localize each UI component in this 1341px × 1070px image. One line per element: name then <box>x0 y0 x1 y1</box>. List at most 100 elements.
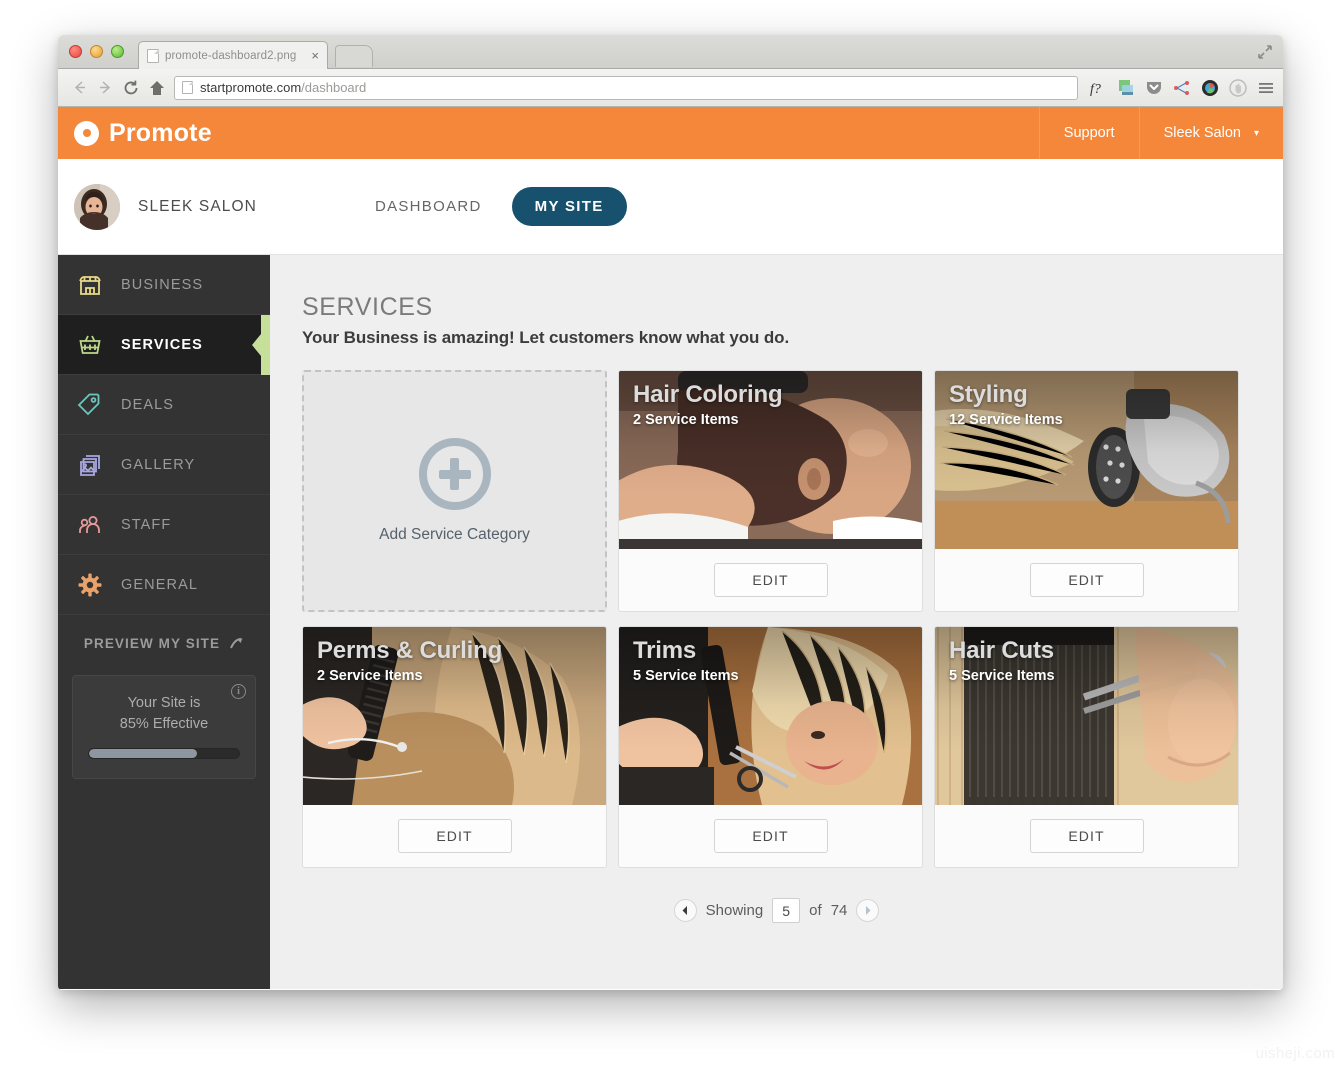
preview-my-site-link[interactable]: PREVIEW MY SITE <box>58 615 270 671</box>
window-controls <box>69 45 124 58</box>
effectiveness-progress-fill <box>89 749 197 759</box>
gallery-icon <box>76 451 104 479</box>
card-item-count: 5 Service Items <box>633 667 739 684</box>
sidebar-item-staff[interactable]: STAFF <box>58 495 270 555</box>
card-photo: Perms & Curling 2 Service Items <box>303 627 606 805</box>
edit-button[interactable]: EDIT <box>1029 819 1144 853</box>
tab-my-site[interactable]: MY SITE <box>511 187 627 226</box>
download-icon[interactable] <box>1116 78 1135 97</box>
tag-icon <box>76 391 104 419</box>
edit-button[interactable]: EDIT <box>1029 563 1144 597</box>
browser-window: promote-dashboard2.png × startpromote.co… <box>58 35 1283 990</box>
svg-text:f?: f? <box>1090 82 1101 97</box>
promote-logo-icon <box>74 120 99 146</box>
card-caption: Hair Coloring 2 Service Items <box>633 381 912 428</box>
card-title: Trims <box>633 637 697 664</box>
camera-icon[interactable] <box>1200 78 1219 97</box>
sidebar: BUSINESS SERVICES DEALS GALLERY STAFF GE… <box>58 255 271 989</box>
card-title: Hair Coloring <box>633 381 783 408</box>
chevron-down-icon: ▾ <box>1253 127 1259 139</box>
account-menu[interactable]: Sleek Salon ▾ <box>1138 107 1283 159</box>
browser-tab-strip: promote-dashboard2.png × <box>58 35 1283 69</box>
watermark: uisheji.com <box>1255 1045 1335 1062</box>
sidebar-item-deals[interactable]: DEALS <box>58 375 270 435</box>
close-window-button[interactable] <box>69 45 82 58</box>
card-title: Styling <box>949 381 1028 408</box>
service-category-card[interactable]: Hair Coloring 2 Service Items EDIT <box>618 370 923 612</box>
service-category-grid: Add Service Category Hair Coloring 2 Ser… <box>302 370 1251 868</box>
service-category-card[interactable]: Hair Cuts 5 Service Items EDIT <box>934 626 1239 868</box>
extension-icons: f? <box>1084 78 1275 97</box>
business-name: SLEEK SALON <box>138 197 257 215</box>
support-link[interactable]: Support <box>1038 107 1139 159</box>
new-tab-button[interactable] <box>335 45 373 67</box>
plus-circle-icon <box>418 438 491 510</box>
sidebar-item-services[interactable]: SERVICES <box>58 315 271 375</box>
add-service-category-card[interactable]: Add Service Category <box>302 370 607 612</box>
add-service-category-label: Add Service Category <box>379 526 530 543</box>
topbar-right: Support Sleek Salon ▾ <box>1038 107 1283 159</box>
sidebar-item-label: GALLERY <box>121 456 196 473</box>
card-caption: Perms & Curling 2 Service Items <box>317 637 596 684</box>
card-footer: EDIT <box>619 549 922 611</box>
card-title: Hair Cuts <box>949 637 1054 664</box>
chevron-left-icon[interactable] <box>673 899 697 922</box>
stop-hand-icon[interactable] <box>1228 78 1247 97</box>
forward-icon[interactable] <box>92 76 118 100</box>
close-icon[interactable]: × <box>309 49 321 62</box>
card-photo: Styling 12 Service Items <box>935 371 1238 549</box>
reload-icon[interactable] <box>118 76 144 100</box>
service-category-card[interactable]: Styling 12 Service Items EDIT <box>934 370 1239 612</box>
f-question-icon[interactable]: f? <box>1088 78 1107 97</box>
service-category-card[interactable]: Perms & Curling 2 Service Items EDIT <box>302 626 607 868</box>
sidebar-item-business[interactable]: BUSINESS <box>58 255 270 315</box>
share-icon[interactable] <box>1172 78 1191 97</box>
info-icon[interactable]: i <box>231 684 246 699</box>
sidebar-item-general[interactable]: GENERAL <box>58 555 270 615</box>
support-label: Support <box>1063 125 1115 141</box>
effectiveness-progress-bar <box>88 748 240 760</box>
card-item-count: 12 Service Items <box>949 411 1063 428</box>
effectiveness-line1: Your Site is <box>127 695 201 711</box>
maximize-window-button[interactable] <box>111 45 124 58</box>
page-icon <box>182 81 193 94</box>
sidebar-item-label: GENERAL <box>121 576 198 593</box>
pocket-icon[interactable] <box>1144 78 1163 97</box>
sidebar-item-label: STAFF <box>121 516 172 533</box>
address-bar[interactable]: startpromote.com/dashboard <box>174 75 1078 100</box>
service-category-card[interactable]: Trims 5 Service Items EDIT <box>618 626 923 868</box>
pagination: Showing 5 of 74 <box>302 898 1251 923</box>
edit-button[interactable]: EDIT <box>713 563 828 597</box>
sidebar-item-gallery[interactable]: GALLERY <box>58 435 270 495</box>
page-subtitle: Your Business is amazing! Let customers … <box>302 328 790 347</box>
menu-icon[interactable] <box>1256 78 1275 97</box>
external-arrow-icon <box>230 637 243 648</box>
pagination-current-input[interactable]: 5 <box>772 898 801 923</box>
card-caption: Styling 12 Service Items <box>949 381 1228 428</box>
card-item-count: 5 Service Items <box>949 667 1055 684</box>
edit-button[interactable]: EDIT <box>397 819 512 853</box>
browser-tab[interactable]: promote-dashboard2.png × <box>138 41 328 69</box>
pagination-total: 74 <box>830 902 848 919</box>
card-item-count: 2 Service Items <box>633 411 739 428</box>
minimize-window-button[interactable] <box>90 45 103 58</box>
file-icon <box>147 48 159 63</box>
site-effectiveness-card: i Your Site is 85% Effective <box>72 675 256 780</box>
brand-logo[interactable]: Promote <box>58 119 212 148</box>
resize-window-icon[interactable] <box>1257 44 1273 60</box>
storefront-icon <box>76 271 104 299</box>
tab-dashboard[interactable]: DASHBOARD <box>363 188 494 225</box>
main-content: SERVICES Your Business is amazing! Let c… <box>270 255 1283 989</box>
app-viewport: Promote Support Sleek Salon ▾ SLEEK SALO… <box>58 107 1283 989</box>
back-icon[interactable] <box>66 76 92 100</box>
card-footer: EDIT <box>935 805 1238 867</box>
browser-tab-title: promote-dashboard2.png <box>165 49 297 62</box>
card-footer: EDIT <box>619 805 922 867</box>
home-icon[interactable] <box>144 76 170 100</box>
sidebar-item-label: DEALS <box>121 396 175 413</box>
app-subheader: SLEEK SALON DASHBOARD MY SITE <box>58 159 1283 255</box>
card-footer: EDIT <box>303 805 606 867</box>
edit-button[interactable]: EDIT <box>713 819 828 853</box>
chevron-right-icon[interactable] <box>856 899 880 922</box>
browser-toolbar: startpromote.com/dashboard f? <box>58 69 1283 107</box>
